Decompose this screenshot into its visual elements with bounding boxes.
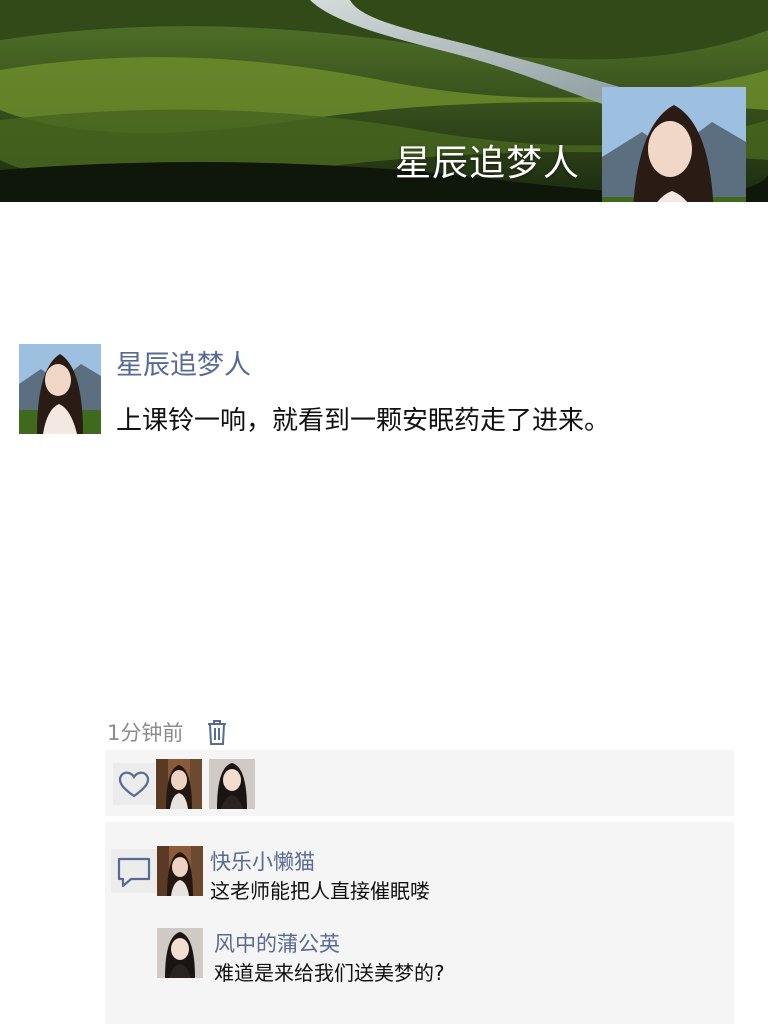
like-user-avatar[interactable]: [156, 759, 202, 809]
post-author-name[interactable]: 星辰追梦人: [116, 343, 251, 382]
avatar-portrait-icon: [209, 759, 255, 809]
avatar-portrait-icon: [19, 344, 101, 434]
comment-username[interactable]: 快乐小懒猫: [210, 846, 315, 876]
profile-avatar[interactable]: [602, 87, 746, 202]
avatar-portrait-icon: [157, 846, 203, 896]
avatar-portrait-icon: [157, 928, 203, 978]
cover-image[interactable]: 星辰追梦人: [0, 0, 768, 202]
likes-panel: [105, 750, 734, 816]
heart-icon[interactable]: [113, 763, 155, 805]
comments-panel: 快乐小懒猫 这老师能把人直接催眠喽 风中的蒲公英 难道是来给我们送美梦的?: [105, 822, 734, 1024]
avatar-portrait-icon: [156, 759, 202, 809]
comment-bubble-icon[interactable]: [111, 849, 157, 893]
like-user-avatar[interactable]: [209, 759, 255, 809]
comment-text: 难道是来给我们送美梦的?: [214, 961, 445, 985]
comment-username[interactable]: 风中的蒲公英: [214, 928, 340, 958]
comment-text: 这老师能把人直接催眠喽: [210, 879, 430, 903]
post-author-avatar[interactable]: [19, 344, 101, 434]
comment-item[interactable]: 风中的蒲公英 难道是来给我们送美梦的?: [157, 928, 717, 988]
comment-item[interactable]: 快乐小懒猫 这老师能把人直接催眠喽: [157, 846, 717, 906]
post-text: 上课铃一响，就看到一颗安眠药走了进来。: [116, 406, 611, 436]
comment-user-avatar[interactable]: [157, 928, 203, 978]
cover-username[interactable]: 星辰追梦人: [395, 134, 580, 186]
post-timestamp: 1分钟前: [107, 721, 184, 745]
post-meta: 1分钟前: [107, 717, 229, 747]
trash-icon[interactable]: [205, 718, 229, 746]
avatar-portrait-icon: [602, 87, 746, 202]
comment-user-avatar[interactable]: [157, 846, 203, 896]
